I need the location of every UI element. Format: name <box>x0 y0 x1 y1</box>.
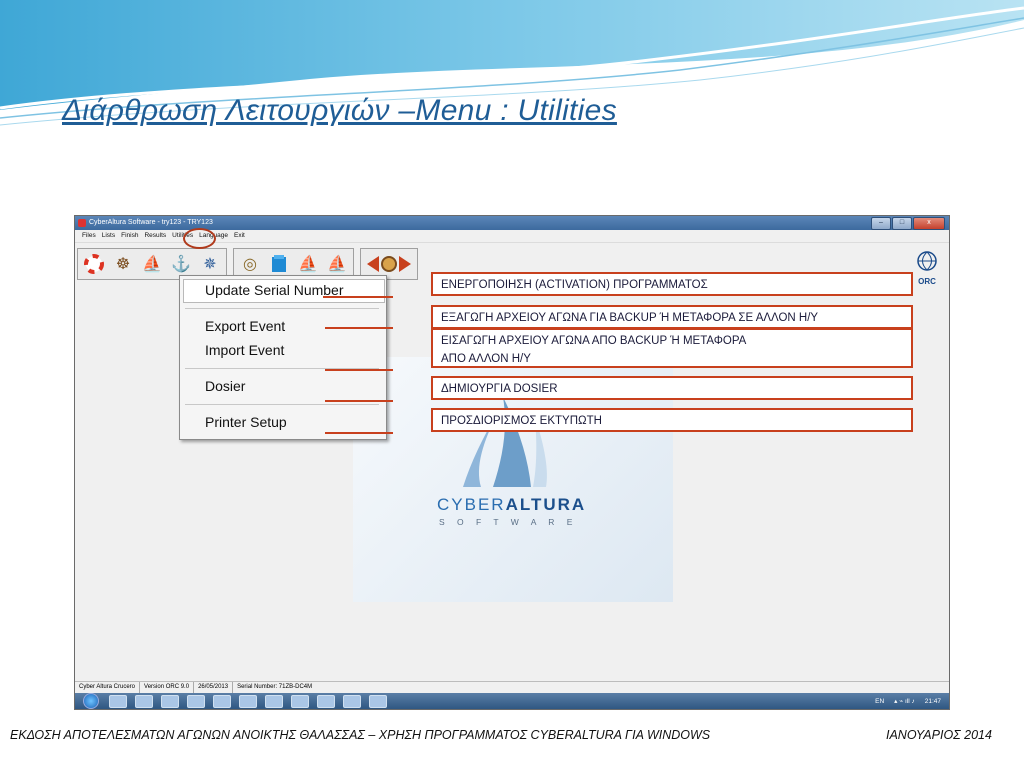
status-bar: Cyber Altura Crucero Version ORC 9.0 26/… <box>75 681 949 693</box>
taskbar-media-icon[interactable] <box>135 694 153 708</box>
orc-logo: ORC <box>913 250 941 286</box>
taskbar-explorer-icon[interactable] <box>161 694 179 708</box>
system-tray: EN ▴ ⌁ ıll ♪ 21:47 <box>875 693 941 709</box>
taskbar-app-icon[interactable] <box>343 694 361 708</box>
brand-altura: ALTURA <box>505 495 587 514</box>
connector-line <box>325 432 393 434</box>
status-app: Cyber Altura Crucero <box>75 682 141 693</box>
menu-item-export-event[interactable]: Export Event <box>205 318 285 334</box>
utilities-dropdown-menu: Update Serial Number Export Event Import… <box>179 275 387 440</box>
sail-icon[interactable]: ⛵ <box>294 250 322 278</box>
lifebuoy-icon[interactable] <box>80 250 108 278</box>
connector-line <box>325 369 393 371</box>
compass-icon[interactable]: ◎ <box>236 250 264 278</box>
callout-printer: ΠΡΟΣΔΙΟΡΙΣΜΟΣ ΕΚΤΥΠΩΤΗ <box>431 408 913 432</box>
maximize-icon[interactable]: □ <box>892 217 912 230</box>
menu-separator <box>185 308 379 309</box>
ship-wheel-icon[interactable]: ☸ <box>109 250 137 278</box>
taskbar-cyberaltura-icon[interactable] <box>369 694 387 708</box>
minimize-icon[interactable]: – <box>871 217 891 230</box>
taskbar-word-icon[interactable] <box>239 694 257 708</box>
compass-rose-icon[interactable]: ✵ <box>196 250 224 278</box>
menu-files[interactable]: Files <box>79 230 99 242</box>
connector-line <box>325 400 393 402</box>
callout-activation: ΕΝΕΡΓΟΠΟΙΗΣΗ (ACTIVATION) ΠΡΟΓΡΑΜΜΑΤΟΣ <box>431 272 913 296</box>
clock[interactable]: 21:47 <box>925 698 941 705</box>
menu-results[interactable]: Results <box>141 230 169 242</box>
menu-item-printer-setup[interactable]: Printer Setup <box>205 414 287 430</box>
menu-item-import-event[interactable]: Import Event <box>205 342 284 358</box>
status-date: 26/05/2013 <box>194 682 234 693</box>
taskbar-app-icon[interactable] <box>187 694 205 708</box>
callout-import-line2: ΑΠΟ ΑΛΛΟΝ Η/Υ <box>441 353 531 365</box>
menu-finish[interactable]: Finish <box>118 230 141 242</box>
callout-import-line1: ΕΙΣΑΓΩΓΗ ΑΡΧΕΙΟΥ ΑΓΩΝΑ ΑΠΟ BACKUP Ή ΜΕΤΑ… <box>441 335 747 347</box>
footer-left-text: ΕΚΔΟΣΗ ΑΠΟΤΕΛΕΣΜΑΤΩΝ ΑΓΩΝΩΝ ΑΝΟΙΚΤΗΣ ΘΑΛ… <box>10 728 711 742</box>
taskbar: EN ▴ ⌁ ıll ♪ 21:47 <box>75 693 949 709</box>
brand-cyber: CYBER <box>437 495 506 514</box>
status-version: Version ORC 9.0 <box>140 682 195 693</box>
taskbar-ie-icon[interactable] <box>109 694 127 708</box>
menu-lists[interactable]: Lists <box>99 230 118 242</box>
callout-export: ΕΞΑΓΩΓΗ ΑΡΧΕΙΟΥ ΑΓΩΝΑ ΓΙΑ BACKUP Ή ΜΕΤΑΦ… <box>431 305 913 329</box>
status-serial: Serial Number: 71ZB-DC4M <box>237 684 313 690</box>
book-icon[interactable] <box>265 250 293 278</box>
start-button-icon[interactable] <box>83 693 99 709</box>
connector-line <box>323 296 393 298</box>
menu-item-dosier[interactable]: Dosier <box>205 378 245 394</box>
menu-separator <box>185 404 379 405</box>
language-indicator[interactable]: EN <box>875 698 884 705</box>
regatta-icon[interactable]: ⛵ <box>323 250 351 278</box>
brand-software: S O F T W A R E <box>439 517 578 527</box>
navigation-arrows-icon[interactable] <box>363 250 415 278</box>
globe-icon <box>917 251 937 271</box>
sailboat-icon[interactable]: ⛵ <box>138 250 166 278</box>
utilities-highlight-circle <box>183 228 216 249</box>
menu-exit[interactable]: Exit <box>231 230 248 242</box>
taskbar-firefox-icon[interactable] <box>291 694 309 708</box>
slide-title: Διάρθρωση Λειτουργιών –Menu : Utilities <box>62 94 617 127</box>
orc-label: ORC <box>918 277 936 286</box>
taskbar-excel-icon[interactable] <box>265 694 283 708</box>
anchor-icon[interactable]: ⚓ <box>167 250 195 278</box>
window-title: CyberAltura Software - try123 - TRY123 <box>89 219 213 226</box>
tray-icons[interactable]: ▴ ⌁ ıll ♪ <box>894 697 915 705</box>
taskbar-chrome-icon[interactable] <box>317 694 335 708</box>
app-icon <box>78 219 86 227</box>
footer-right-text: ΙΑΝΟΥΑΡΙΟΣ 2014 <box>886 728 992 742</box>
taskbar-app-icon[interactable] <box>213 694 231 708</box>
callout-import: ΕΙΣΑΓΩΓΗ ΑΡΧΕΙΟΥ ΑΓΩΝΑ ΑΠΟ BACKUP Ή ΜΕΤΑ… <box>431 328 913 368</box>
close-icon[interactable]: x <box>913 217 945 230</box>
connector-line <box>325 327 393 329</box>
callout-dosier: ΔΗΜΙΟΥΡΓΙΑ DOSIER <box>431 376 913 400</box>
